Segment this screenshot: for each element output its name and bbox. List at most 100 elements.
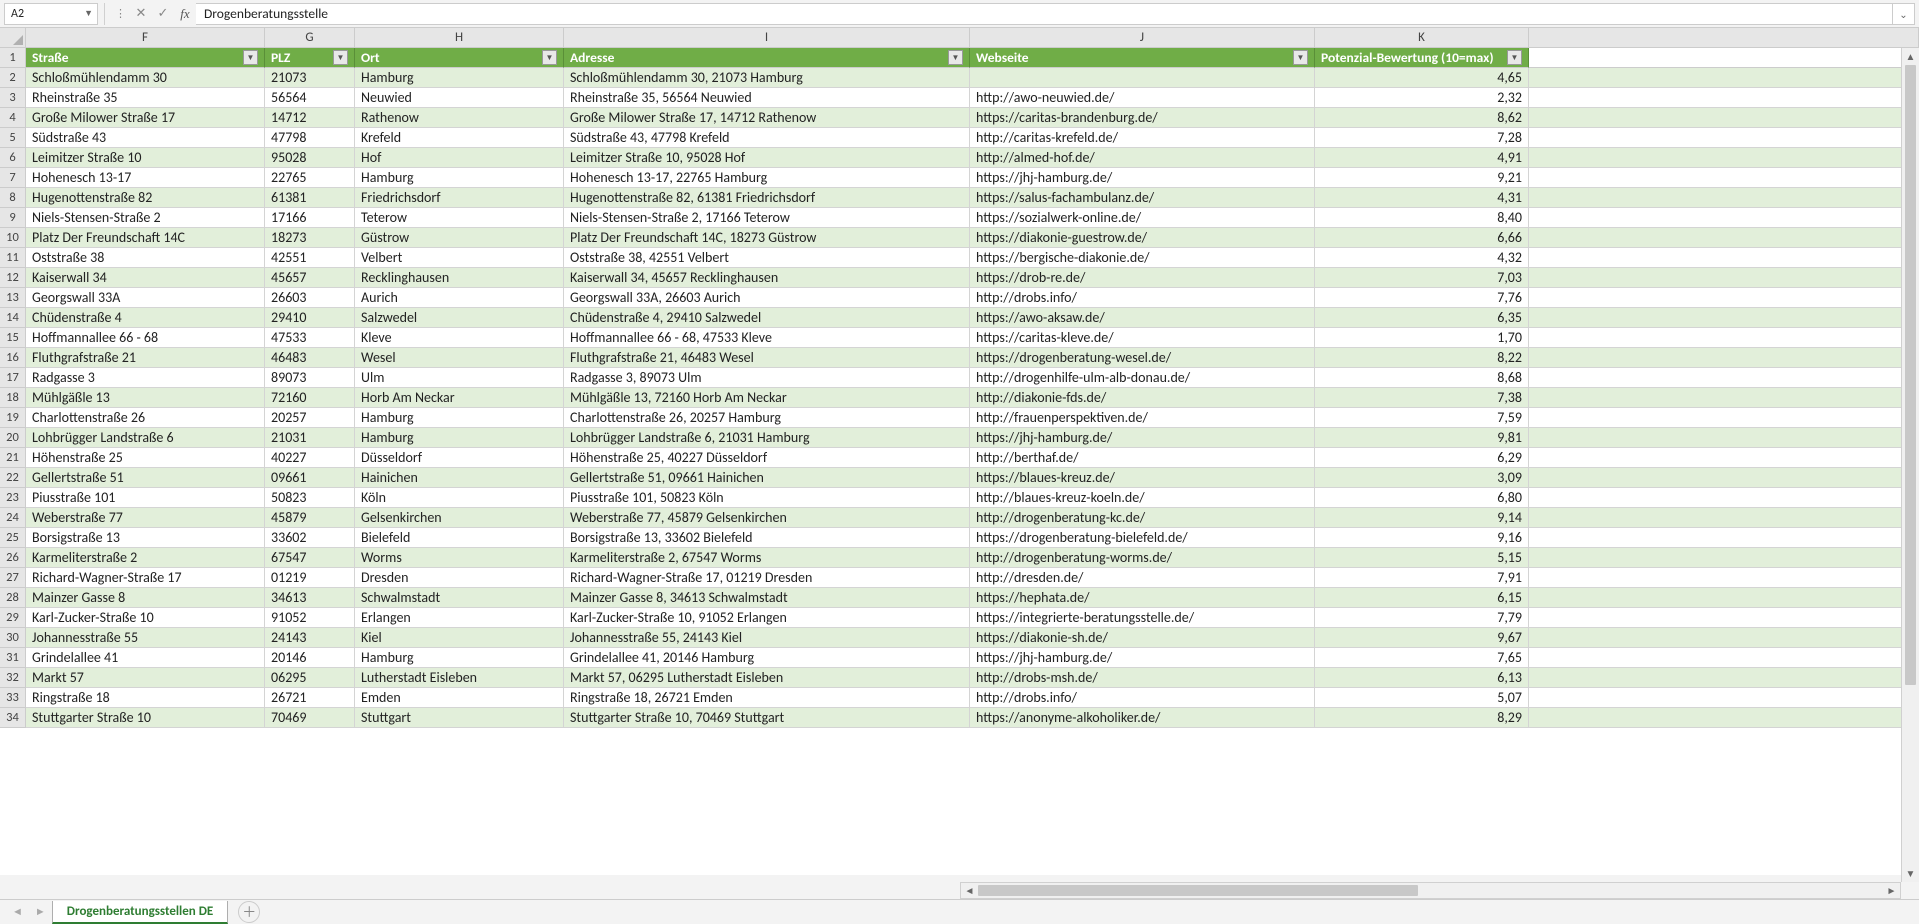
cell[interactable]: Piusstraße 101, 50823 Köln bbox=[564, 488, 970, 508]
cell[interactable]: Gellertstraße 51, 09661 Hainichen bbox=[564, 468, 970, 488]
select-all-corner[interactable] bbox=[0, 28, 26, 47]
cell[interactable]: Krefeld bbox=[355, 128, 564, 148]
cell[interactable]: 6,80 bbox=[1315, 488, 1529, 508]
cell[interactable]: Mainzer Gasse 8, 34613 Schwalmstadt bbox=[564, 588, 970, 608]
cell[interactable]: Hamburg bbox=[355, 428, 564, 448]
cell[interactable]: Rheinstraße 35 bbox=[26, 88, 265, 108]
cell[interactable]: Grindelallee 41 bbox=[26, 648, 265, 668]
cell[interactable]: https://jhj-hamburg.de/ bbox=[970, 428, 1315, 448]
cell[interactable]: Höhenstraße 25 bbox=[26, 448, 265, 468]
cell[interactable]: 7,38 bbox=[1315, 388, 1529, 408]
cell[interactable]: https://sozialwerk-online.de/ bbox=[970, 208, 1315, 228]
cell[interactable]: Karl-Zucker-Straße 10 bbox=[26, 608, 265, 628]
cell[interactable]: Große Milower Straße 17, 14712 Rathenow bbox=[564, 108, 970, 128]
cell[interactable]: Schloßmühlendamm 30, 21073 Hamburg bbox=[564, 68, 970, 88]
cell[interactable]: 4,65 bbox=[1315, 68, 1529, 88]
cell[interactable]: Höhenstraße 25, 40227 Düsseldorf bbox=[564, 448, 970, 468]
cell[interactable]: https://caritas-brandenburg.de/ bbox=[970, 108, 1315, 128]
cell[interactable]: Friedrichsdorf bbox=[355, 188, 564, 208]
cell[interactable]: 3,09 bbox=[1315, 468, 1529, 488]
cell[interactable]: Hoffmannallee 66 - 68, 47533 Kleve bbox=[564, 328, 970, 348]
cell[interactable]: https://diakonie-sh.de/ bbox=[970, 628, 1315, 648]
cell[interactable]: 9,67 bbox=[1315, 628, 1529, 648]
filter-dropdown-icon[interactable]: ▼ bbox=[243, 50, 258, 65]
scroll-left-arrow-icon[interactable]: ◄ bbox=[961, 884, 978, 897]
column-header-K[interactable]: K bbox=[1315, 28, 1529, 47]
cell[interactable]: Leimitzer Straße 10, 95028 Hof bbox=[564, 148, 970, 168]
cell[interactable]: Fluthgrafstraße 21 bbox=[26, 348, 265, 368]
cell[interactable]: Gellertstraße 51 bbox=[26, 468, 265, 488]
cell[interactable]: 7,79 bbox=[1315, 608, 1529, 628]
cell[interactable]: Schwalmstadt bbox=[355, 588, 564, 608]
cell[interactable]: Südstraße 43, 47798 Krefeld bbox=[564, 128, 970, 148]
cell[interactable]: 09661 bbox=[265, 468, 355, 488]
cell[interactable]: Karl-Zucker-Straße 10, 91052 Erlangen bbox=[564, 608, 970, 628]
cell[interactable]: Dresden bbox=[355, 568, 564, 588]
cell[interactable]: Ulm bbox=[355, 368, 564, 388]
cell[interactable]: Emden bbox=[355, 688, 564, 708]
cell[interactable]: 14712 bbox=[265, 108, 355, 128]
filter-dropdown-icon[interactable]: ▼ bbox=[948, 50, 963, 65]
cell[interactable]: Große Milower Straße 17 bbox=[26, 108, 265, 128]
cell[interactable]: 6,15 bbox=[1315, 588, 1529, 608]
cell[interactable]: Leimitzer Straße 10 bbox=[26, 148, 265, 168]
cell[interactable]: Südstraße 43 bbox=[26, 128, 265, 148]
cell[interactable]: Oststraße 38 bbox=[26, 248, 265, 268]
cell[interactable]: 9,16 bbox=[1315, 528, 1529, 548]
cell[interactable]: 01219 bbox=[265, 568, 355, 588]
cell[interactable]: Platz Der Freundschaft 14C bbox=[26, 228, 265, 248]
cell[interactable]: 18273 bbox=[265, 228, 355, 248]
cell[interactable]: 40227 bbox=[265, 448, 355, 468]
scroll-right-arrow-icon[interactable]: ► bbox=[1883, 884, 1900, 897]
cell[interactable]: Kleve bbox=[355, 328, 564, 348]
next-sheet-arrow-icon[interactable]: ► bbox=[29, 905, 52, 918]
cell[interactable]: 29410 bbox=[265, 308, 355, 328]
cell[interactable]: Johannesstraße 55, 24143 Kiel bbox=[564, 628, 970, 648]
cell[interactable]: Schloßmühlendamm 30 bbox=[26, 68, 265, 88]
cell[interactable]: Hof bbox=[355, 148, 564, 168]
cell[interactable]: 45657 bbox=[265, 268, 355, 288]
cell[interactable]: Köln bbox=[355, 488, 564, 508]
row-header-13[interactable]: 13 bbox=[0, 288, 26, 308]
cell[interactable]: 67547 bbox=[265, 548, 355, 568]
cell[interactable]: Chüdenstraße 4 bbox=[26, 308, 265, 328]
row-header-25[interactable]: 25 bbox=[0, 528, 26, 548]
cell[interactable]: 4,32 bbox=[1315, 248, 1529, 268]
cell[interactable]: 6,13 bbox=[1315, 668, 1529, 688]
cell[interactable]: Lohbrügger Landstraße 6, 21031 Hamburg bbox=[564, 428, 970, 448]
cell[interactable]: Kiel bbox=[355, 628, 564, 648]
cell[interactable]: Johannesstraße 55 bbox=[26, 628, 265, 648]
cell[interactable]: Rathenow bbox=[355, 108, 564, 128]
cell[interactable]: Grindelallee 41, 20146 Hamburg bbox=[564, 648, 970, 668]
row-header-34[interactable]: 34 bbox=[0, 708, 26, 728]
cell[interactable]: https://awo-aksaw.de/ bbox=[970, 308, 1315, 328]
cell[interactable]: Kaiserwall 34, 45657 Recklinghausen bbox=[564, 268, 970, 288]
cell[interactable]: Borsigstraße 13 bbox=[26, 528, 265, 548]
cell[interactable]: 24143 bbox=[265, 628, 355, 648]
cell[interactable]: https://jhj-hamburg.de/ bbox=[970, 648, 1315, 668]
cell[interactable]: 89073 bbox=[265, 368, 355, 388]
row-header-23[interactable]: 23 bbox=[0, 488, 26, 508]
cell[interactable]: Georgswall 33A, 26603 Aurich bbox=[564, 288, 970, 308]
row-header-2[interactable]: 2 bbox=[0, 68, 26, 88]
cell[interactable]: Velbert bbox=[355, 248, 564, 268]
cell[interactable]: Düsseldorf bbox=[355, 448, 564, 468]
cell[interactable]: Güstrow bbox=[355, 228, 564, 248]
cell[interactable]: 26603 bbox=[265, 288, 355, 308]
cell[interactable]: 46483 bbox=[265, 348, 355, 368]
cell[interactable]: Fluthgrafstraße 21, 46483 Wesel bbox=[564, 348, 970, 368]
row-header-6[interactable]: 6 bbox=[0, 148, 26, 168]
cell[interactable]: 5,15 bbox=[1315, 548, 1529, 568]
cell[interactable]: http://blaues-kreuz-koeln.de/ bbox=[970, 488, 1315, 508]
cell[interactable]: http://drogenberatung-worms.de/ bbox=[970, 548, 1315, 568]
row-header-24[interactable]: 24 bbox=[0, 508, 26, 528]
cell[interactable]: https://hephata.de/ bbox=[970, 588, 1315, 608]
fx-icon[interactable]: fx bbox=[174, 3, 196, 25]
column-header-H[interactable]: H bbox=[355, 28, 564, 47]
cell[interactable]: http://drobs.info/ bbox=[970, 288, 1315, 308]
row-header-20[interactable]: 20 bbox=[0, 428, 26, 448]
row-header-8[interactable]: 8 bbox=[0, 188, 26, 208]
cell[interactable]: 06295 bbox=[265, 668, 355, 688]
row-header-21[interactable]: 21 bbox=[0, 448, 26, 468]
row-header-10[interactable]: 10 bbox=[0, 228, 26, 248]
